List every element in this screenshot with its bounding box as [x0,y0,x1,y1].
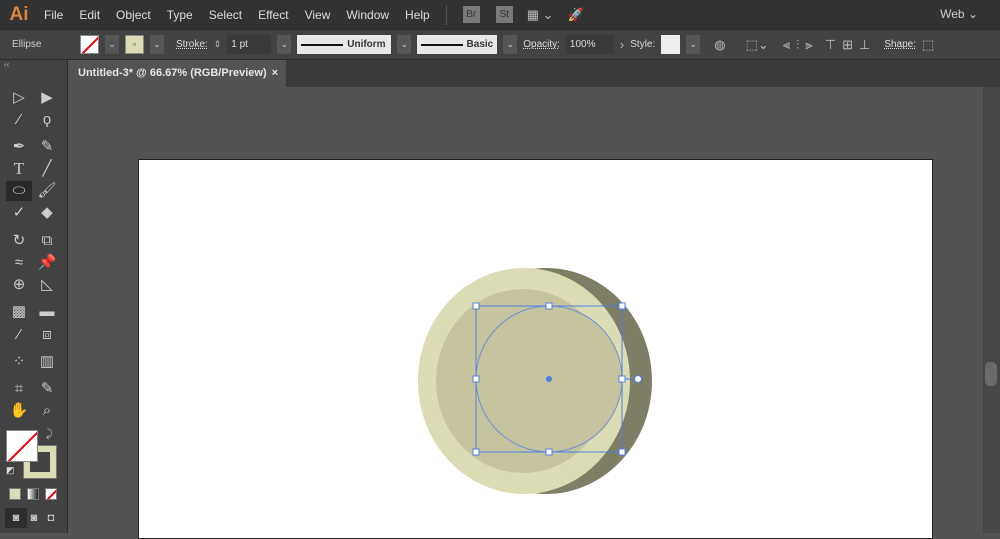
scrollbar-thumb[interactable] [985,362,997,386]
vertical-scrollbar[interactable] [983,87,1000,533]
artwork-canvas [418,268,652,494]
